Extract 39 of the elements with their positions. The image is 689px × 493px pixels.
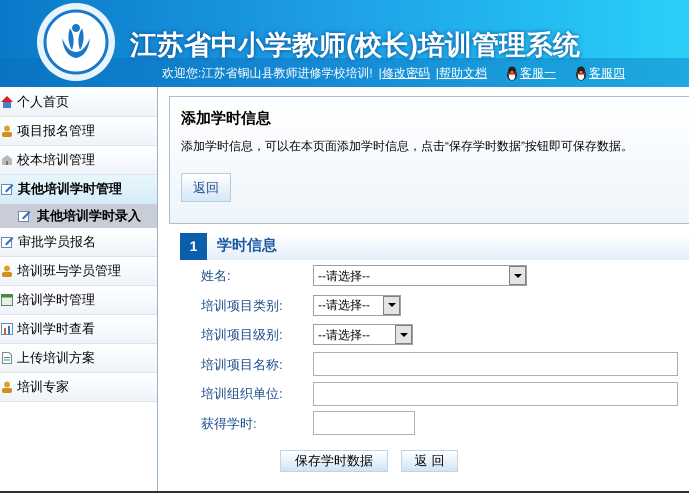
panel-description: 添加学时信息，可以在本页面添加学时信息，点击“保存学时数据”按钮即可保存数据。 (181, 138, 634, 154)
field-label: 姓名: (200, 267, 232, 285)
sidebar-item[interactable]: 其他培训学时管理 (0, 175, 157, 204)
back-button[interactable]: 返 回 (401, 450, 458, 472)
select-field[interactable]: --请选择-- (313, 294, 401, 316)
sidebar-item[interactable]: 其他培训学时录入 (0, 204, 157, 228)
input-field[interactable] (313, 352, 678, 376)
section-number: 1 (180, 233, 207, 260)
building-icon (1, 154, 13, 166)
person-icon (1, 125, 13, 137)
select-field[interactable]: --请选择-- (313, 265, 527, 286)
input-field[interactable] (313, 411, 415, 436)
select-field[interactable]: --请选择-- (313, 324, 413, 346)
house-icon (1, 96, 13, 108)
person-icon (1, 265, 13, 277)
field-label: 培训组织单位: (200, 385, 284, 403)
system-title: 江苏省中小学教师(校长)培训管理系统 (130, 29, 580, 62)
penguin-icon (504, 66, 519, 80)
field-label: 获得学时: (200, 414, 258, 432)
back-button[interactable]: 返回 (181, 173, 231, 202)
input-field[interactable] (313, 382, 678, 406)
field-label: 培训项目类别: (200, 296, 284, 314)
field-label: 培训项目名称: (200, 356, 284, 374)
section-title: 学时信息 (217, 236, 277, 256)
note-icon (1, 236, 14, 248)
welcome-text: 欢迎您:江苏省铜山县教师进修学校培训! (162, 65, 373, 82)
dropdown-arrow-icon (514, 274, 522, 278)
sheet-icon (1, 294, 13, 306)
penguin-icon (574, 66, 588, 80)
field-label: 培训项目级别: (200, 326, 284, 344)
save-button[interactable]: 保存学时数据 (280, 450, 388, 472)
dropdown-arrow-icon (388, 303, 396, 308)
note-icon (1, 183, 14, 195)
note-icon (18, 210, 31, 222)
panel-title: 添加学时信息 (181, 109, 272, 129)
chart-icon (1, 323, 13, 335)
document-icon (1, 352, 13, 364)
dropdown-arrow-icon (400, 332, 408, 337)
person-icon (1, 381, 13, 393)
